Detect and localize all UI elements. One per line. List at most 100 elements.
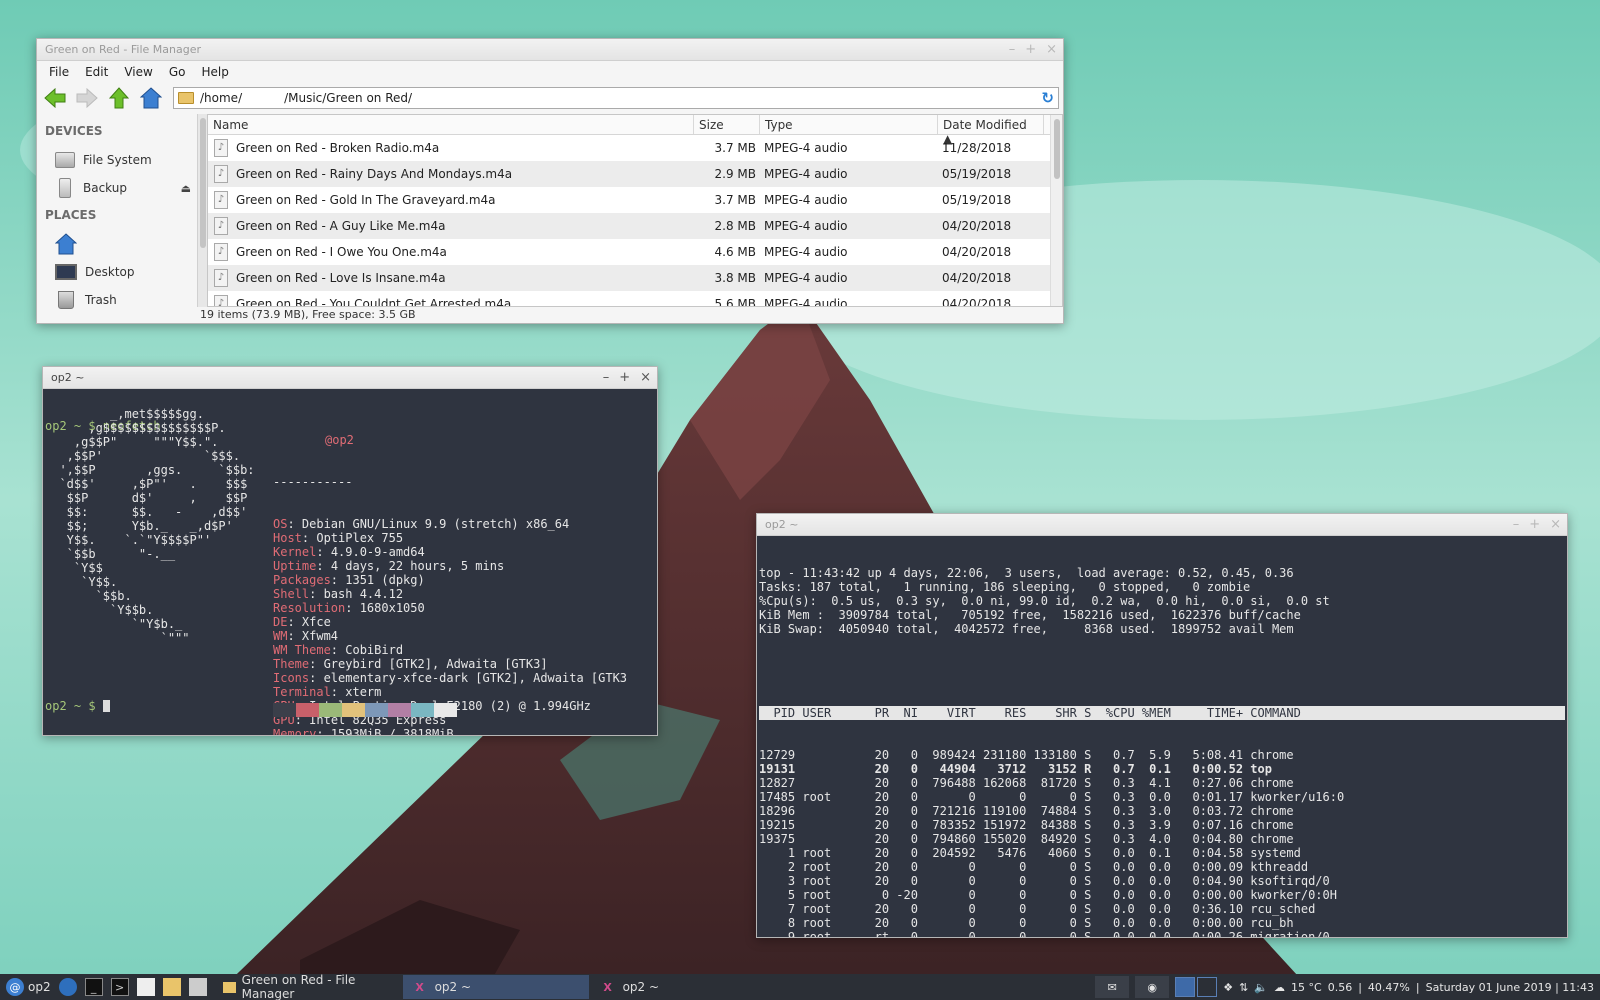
forward-button[interactable]	[73, 85, 101, 111]
chrome-icon[interactable]: ◉	[1135, 976, 1170, 998]
sidebar-item-desktop[interactable]: Desktop	[45, 258, 197, 286]
info-value: bash 4.4.12	[323, 587, 404, 601]
file-list: Name Size Type Date Modified ▲ ♪ Green on…	[207, 114, 1063, 307]
terminal-titlebar[interactable]: op2 ~ – + ×	[43, 367, 657, 389]
taskbar-task[interactable]: Xop2 ~	[591, 975, 777, 999]
minimize-icon[interactable]: –	[603, 370, 610, 385]
menu-edit[interactable]: Edit	[79, 63, 114, 81]
palette-swatch	[388, 703, 411, 717]
info-line: Terminal: xterm	[273, 685, 382, 699]
info-key: Theme	[273, 657, 310, 671]
file-size: 2.8 MB	[714, 219, 756, 233]
palette-swatch	[411, 703, 434, 717]
eject-icon[interactable]: ⏏	[181, 182, 191, 195]
workspace-switcher[interactable]	[1175, 977, 1218, 997]
prompt-text: op2 ~ $	[45, 699, 103, 713]
file-row[interactable]: ♪ Green on Red - Rainy Days And Mondays.m…	[208, 161, 1062, 187]
info-value: CobiBird	[345, 643, 404, 657]
logo-line: `Y$$b.	[45, 603, 154, 617]
file-row[interactable]: ♪ Green on Red - A Guy Like Me.m4a 2.8 MB M…	[208, 213, 1062, 239]
audio-file-icon: ♪	[214, 295, 228, 306]
logo-line: `$$b.	[45, 589, 132, 603]
start-menu-button[interactable]: @ op2	[2, 974, 55, 1000]
menu-view[interactable]: View	[118, 63, 158, 81]
process-row: 19131 20 0 44904 3712 3152 R 0.7 0.1 0:0…	[759, 762, 1272, 776]
sidebar-item-file-system[interactable]: File System	[45, 146, 197, 174]
info-line: DE: Xfce	[273, 615, 331, 629]
file-row[interactable]: ♪ Green on Red - I Owe You One.m4a 4.6 MB M…	[208, 239, 1062, 265]
sidebar-item-backup[interactable]: Backup ⏏	[45, 174, 197, 202]
workspace-1[interactable]	[1175, 977, 1196, 997]
location-path[interactable]: /home/ /Music/Green on Red/	[200, 91, 1035, 105]
terminal-output[interactable]: op2 ~ $ neofetch _,met$$$$$gg. ,g$$$$$$$…	[43, 389, 657, 735]
mail-icon[interactable]: ✉	[1095, 976, 1130, 998]
column-header-date[interactable]: Date Modified ▲	[938, 115, 1044, 146]
location-bar[interactable]: /home/ /Music/Green on Red/ ↻	[173, 87, 1059, 109]
text-editor-icon	[136, 978, 155, 996]
launcher-terminal-2[interactable]: >	[107, 974, 133, 1000]
globe-icon	[58, 978, 77, 996]
process-row: 5 root 0 -20 0 0 0 S 0.0 0.0 0:00.00 kwo…	[759, 888, 1337, 902]
minimize-icon[interactable]: –	[1513, 517, 1520, 532]
maximize-icon[interactable]: +	[1529, 517, 1540, 532]
launcher-terminal[interactable]: _	[81, 974, 107, 1000]
volume-icon[interactable]: 🔈	[1254, 981, 1268, 994]
clock[interactable]: Saturday 01 June 2019 | 11:43	[1426, 981, 1594, 994]
minimize-icon[interactable]: –	[1009, 42, 1016, 57]
info-value: Debian GNU/Linux 9.9 (stretch) x86_64	[301, 517, 570, 531]
menu-go[interactable]: Go	[163, 63, 192, 81]
sidebar-item-home[interactable]	[45, 230, 197, 258]
info-key: Kernel	[273, 545, 317, 559]
dropbox-icon[interactable]: ❖	[1223, 981, 1233, 994]
xterm-icon: X	[415, 980, 424, 994]
column-header-type[interactable]: Type	[760, 115, 938, 134]
up-button[interactable]	[105, 85, 133, 111]
info-key: Host	[273, 531, 302, 545]
terminal-output[interactable]: top - 11:43:42 up 4 days, 22:06, 3 users…	[757, 536, 1567, 937]
taskbar-task-label: op2 ~	[434, 980, 472, 994]
window-title: Green on Red - File Manager	[45, 43, 201, 56]
close-icon[interactable]: ×	[640, 370, 651, 385]
file-row[interactable]: ♪ Green on Red - Gold In The Graveyard.m4…	[208, 187, 1062, 213]
workspace-2[interactable]	[1197, 977, 1218, 997]
file-manager-titlebar[interactable]: Green on Red - File Manager – + ×	[37, 39, 1063, 61]
process-row: 18296 20 0 721216 119100 74884 S 0.3 3.0…	[759, 804, 1294, 818]
column-header-name[interactable]: Name	[208, 115, 694, 134]
summary-line: top - 11:43:42 up 4 days, 22:06, 3 users…	[759, 566, 1294, 580]
menu-file[interactable]: File	[43, 63, 75, 81]
logo-line: Y$$. `.`"Y$$$$P"'	[45, 533, 212, 547]
reload-icon[interactable]: ↻	[1041, 89, 1054, 107]
home-button[interactable]	[137, 85, 165, 111]
user-host: @op2	[325, 433, 354, 447]
taskbar-task[interactable]: Xop2 ~	[402, 975, 589, 999]
close-icon[interactable]: ×	[1550, 517, 1561, 532]
file-list-scrollbar[interactable]	[1050, 115, 1062, 306]
info-value: Xfwm4	[301, 629, 339, 643]
menubar: File Edit View Go Help	[37, 61, 1063, 83]
home-icon	[140, 87, 162, 109]
maximize-icon[interactable]: +	[1025, 42, 1036, 57]
menu-help[interactable]: Help	[195, 63, 234, 81]
launcher-browser[interactable]	[55, 974, 81, 1000]
file-name-cell: ♪ Green on Red - Love Is Insane.m4a	[208, 269, 694, 287]
info-key: Uptime	[273, 559, 317, 573]
network-icon[interactable]: ⇅	[1239, 981, 1248, 994]
xterm-icon: X	[603, 980, 612, 994]
close-icon[interactable]: ×	[1046, 42, 1057, 57]
file-row[interactable]: ♪ Green on Red - Broken Radio.m4a 3.7 MB MP…	[208, 135, 1062, 161]
info-value: 4.9.0-9-amd64	[330, 545, 425, 559]
maximize-icon[interactable]: +	[619, 370, 630, 385]
launcher-calculator[interactable]	[185, 974, 211, 1000]
terminal-titlebar[interactable]: op2 ~ – + ×	[757, 514, 1567, 536]
file-row[interactable]: ♪ Green on Red - You Couldnt Get Arrested…	[208, 291, 1062, 306]
weather-icon[interactable]: ☁	[1274, 981, 1285, 994]
launcher-files[interactable]	[159, 974, 185, 1000]
column-header-size[interactable]: Size	[694, 115, 760, 134]
file-type: MPEG-4 audio	[764, 141, 848, 155]
back-button[interactable]	[41, 85, 69, 111]
file-row[interactable]: ♪ Green on Red - Love Is Insane.m4a 3.8 MB…	[208, 265, 1062, 291]
text-cursor	[102, 700, 110, 712]
taskbar-task[interactable]: Green on Red - File Manager	[215, 973, 401, 1000]
sidebar-scrollbar[interactable]	[197, 114, 207, 307]
launcher-editor[interactable]	[133, 974, 159, 1000]
